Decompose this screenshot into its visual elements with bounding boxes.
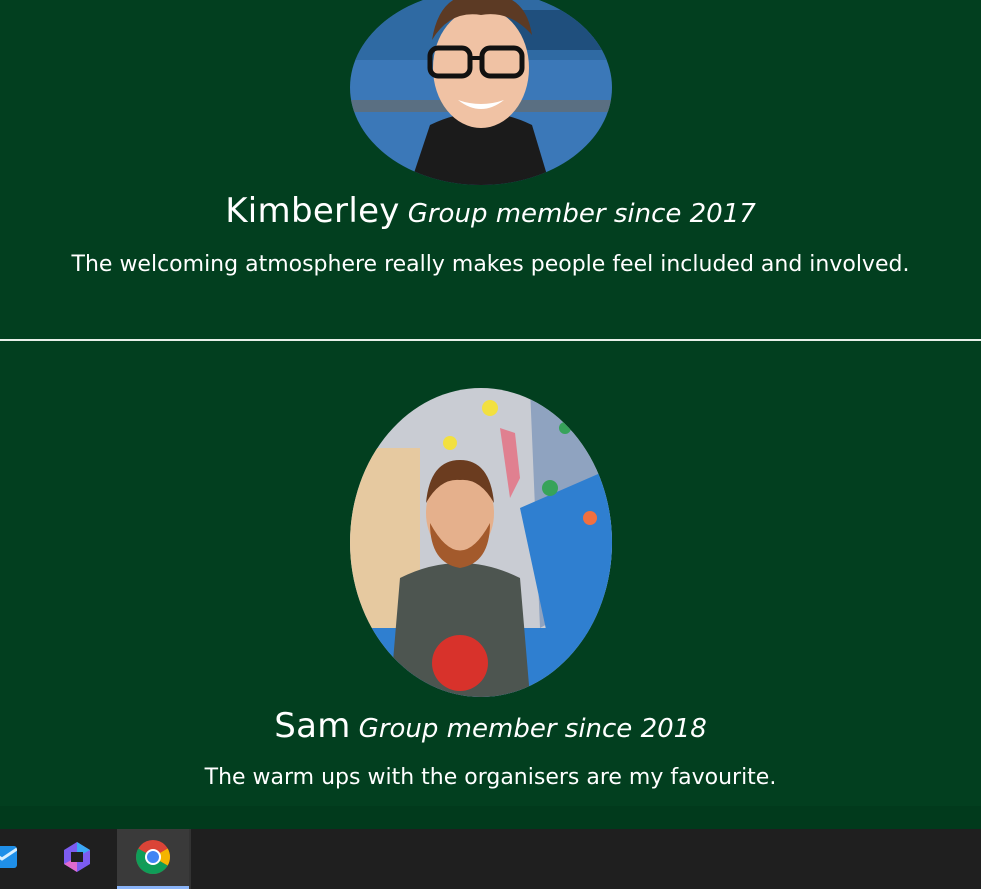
taskbar-copilot-button[interactable] xyxy=(41,829,113,889)
member-quote: The warm ups with the organisers are my … xyxy=(204,765,777,790)
member-name: Kimberley xyxy=(225,191,400,231)
taskbar xyxy=(0,829,981,889)
member-name: Sam xyxy=(274,706,351,746)
member-heading: Kimberley Group member since 2017 xyxy=(0,191,981,231)
mail-icon xyxy=(0,844,18,874)
section-divider xyxy=(0,339,981,341)
page-bottom-strip xyxy=(0,806,981,829)
member-since: Group member since 2018 xyxy=(358,714,707,744)
member-photo-kimberley xyxy=(350,0,612,185)
member-since: Group member since 2017 xyxy=(407,199,756,229)
chrome-icon xyxy=(135,839,171,879)
testimonials-page: Kimberley Group member since 2017 The wel… xyxy=(0,0,981,829)
member-quote: The welcoming atmosphere really makes pe… xyxy=(71,252,910,277)
taskbar-mail-button[interactable] xyxy=(0,829,38,889)
taskbar-chrome-button[interactable] xyxy=(117,829,189,889)
member-heading: Sam Group member since 2018 xyxy=(0,706,981,746)
copilot-icon xyxy=(60,840,94,878)
taskbar-separator xyxy=(189,829,191,889)
member-photo-sam xyxy=(350,388,612,697)
